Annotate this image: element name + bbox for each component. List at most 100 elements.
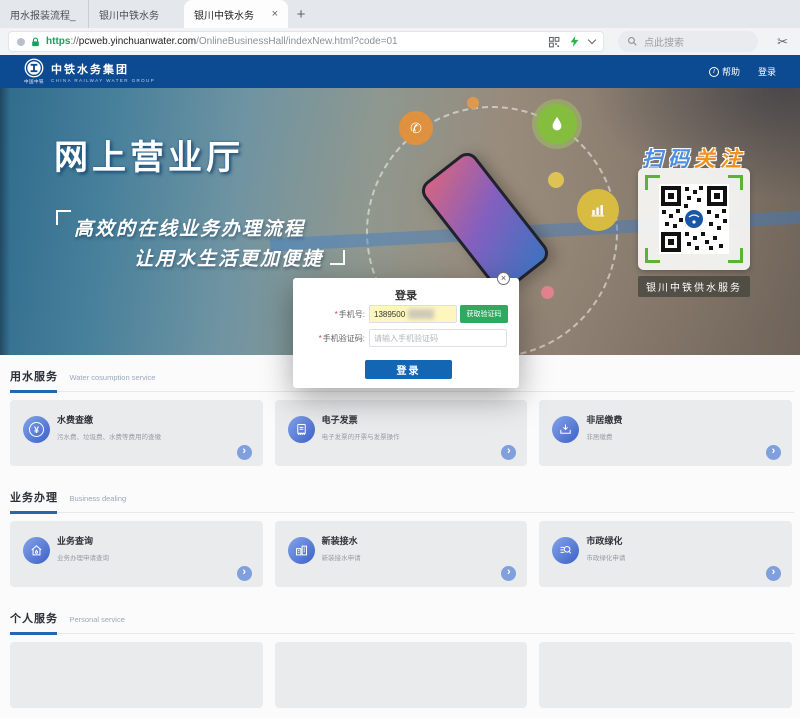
card-desc: 业务办理申请查询: [57, 552, 109, 562]
card-desc: 非居缴费: [586, 431, 612, 441]
verification-code-input[interactable]: [369, 329, 507, 347]
qr-label: 银川中铁供水服务: [638, 276, 750, 297]
qr-bracket-bl: [645, 248, 660, 263]
card-row: ¥ 水费查缴 污水费、垃圾费、水费等费用的查缴 › 电子发票 电子发票的开票与发…: [10, 392, 794, 476]
banner-title: 网上营业厅: [54, 130, 244, 179]
address-bar[interactable]: https://pcweb.yinchuanwater.com/OnlineBu…: [8, 31, 604, 52]
qr-bracket-tl: [645, 175, 660, 190]
yellow-dot-decoration: [548, 172, 564, 188]
qr-code-card: [638, 168, 750, 270]
help-label: 帮助: [722, 65, 740, 78]
tab-yinchuan-water-active[interactable]: 银川中铁水务 ×: [184, 0, 288, 28]
tab-water-install-guide[interactable]: 用水报装流程_: [0, 0, 88, 28]
required-mark: *: [335, 310, 338, 319]
invoice-icon: [288, 416, 315, 443]
required-mark: *: [319, 334, 322, 343]
browser-tab-bar: 用水报装流程_ 银川中铁水务 银川中铁水务 × +: [0, 0, 800, 28]
new-tab-button[interactable]: +: [288, 0, 314, 28]
section-title: 用水服务: [10, 371, 58, 383]
help-link[interactable]: i 帮助: [709, 65, 740, 78]
phone-label: *手机号:: [293, 309, 365, 320]
chevron-right-icon[interactable]: ›: [766, 566, 781, 581]
section-personal-service: 个人服务 Personal service: [0, 597, 800, 718]
card-clipped[interactable]: [10, 642, 263, 708]
card-title: 业务查询: [57, 534, 93, 547]
slogan-open-bracket: [56, 210, 71, 225]
code-label: *手机验证码:: [293, 333, 365, 344]
brand-name: 中铁水务集团: [51, 61, 155, 77]
slogan-line-1: 高效的在线业务办理流程: [74, 214, 305, 241]
card-desc: 市政绿化申请: [586, 552, 625, 562]
code-label-text: 手机验证码:: [323, 334, 365, 343]
section-underline: [10, 632, 57, 635]
section-title: 业务办理: [10, 492, 58, 504]
phone-call-icon: ✆: [399, 111, 433, 145]
brand-logo[interactable]: 中国中铁 中铁水务集团 CHINA RAILWAY WATER GROUP: [24, 58, 155, 85]
card-desc: 污水费、垃圾费、水费等费用的查缴: [57, 431, 161, 441]
site-status-icon: [17, 38, 25, 46]
tab-yinchuan-water-1[interactable]: 银川中铁水务: [88, 0, 184, 28]
emblem-wrap: 中国中铁: [24, 58, 44, 85]
phone-value: 1389500: [374, 310, 405, 319]
card-clipped[interactable]: [539, 642, 792, 708]
get-verification-code-button[interactable]: 获取验证码: [460, 305, 508, 323]
section-business-dealing: 业务办理 Business dealing 业务查询 业务办理申请查询 ›: [0, 476, 800, 597]
card-title: 电子发票: [322, 413, 358, 426]
chevron-right-icon[interactable]: ›: [501, 445, 516, 460]
chevron-right-icon[interactable]: ›: [237, 566, 252, 581]
lock-icon: [30, 36, 41, 48]
search-list-icon: [552, 537, 579, 564]
header-links: i 帮助 登录: [709, 65, 776, 78]
chevron-down-icon[interactable]: [588, 36, 596, 44]
qr-bracket-tr: [728, 175, 743, 190]
slogan-line-2: 让用水生活更加便捷: [134, 244, 323, 271]
urlbar-icon-group: [548, 35, 595, 48]
tab-label: 用水报装流程_: [10, 7, 76, 22]
qr-bracket-br: [728, 248, 743, 263]
url-text: https://pcweb.yinchuanwater.com/OnlineBu…: [46, 36, 543, 47]
section-header: 业务办理 Business dealing: [10, 483, 794, 513]
card-title: 非居缴费: [586, 413, 622, 426]
tab-label: 银川中铁水务: [194, 7, 254, 22]
search-icon: [627, 36, 638, 47]
search-placeholder: 点此搜索: [644, 34, 684, 49]
section-title: 个人服务: [10, 613, 58, 625]
close-icon[interactable]: ×: [497, 272, 510, 285]
card-water-fee[interactable]: ¥ 水费查缴 污水费、垃圾费、水费等费用的查缴 ›: [10, 400, 263, 466]
yen-circle-icon: ¥: [23, 416, 50, 443]
card-e-invoice[interactable]: 电子发票 电子发票的开票与发票操作 ›: [275, 400, 528, 466]
card-clipped[interactable]: [275, 642, 528, 708]
close-tab-icon[interactable]: ×: [266, 8, 278, 20]
card-title: 市政绿化: [586, 534, 622, 547]
crec-emblem-icon: [24, 58, 44, 78]
card-new-connection[interactable]: 新装接水 新装接水申请 ›: [275, 521, 528, 587]
chevron-right-icon[interactable]: ›: [766, 445, 781, 460]
header-login-link[interactable]: 登录: [758, 65, 776, 78]
page-content: 用水服务 Water cosumption service ¥ 水费查缴 污水费…: [0, 355, 800, 718]
card-municipal-greening[interactable]: 市政绿化 市政绿化申请 ›: [539, 521, 792, 587]
card-row: [10, 634, 794, 718]
card-row: 业务查询 业务办理申请查询 › 新装接水 新装接水申请 ›: [10, 513, 794, 597]
card-title: 新装接水: [322, 534, 358, 547]
lightning-icon[interactable]: [569, 35, 580, 48]
login-submit-button[interactable]: 登录: [365, 360, 452, 379]
section-underline: [10, 511, 57, 514]
login-modal: × 登录 *手机号: 1389500 获取验证码 *手机验证码: 登录: [293, 278, 519, 388]
search-box[interactable]: 点此搜索: [618, 31, 758, 52]
scissors-icon[interactable]: ✂: [777, 34, 788, 50]
slogan-close-bracket: [330, 250, 345, 265]
card-non-resident-payment[interactable]: 非居缴费 非居缴费 ›: [539, 400, 792, 466]
qr-scan-icon[interactable]: [548, 36, 560, 48]
section-subtitle: Personal service: [69, 615, 124, 624]
chart-icon: [577, 189, 619, 231]
chevron-right-icon[interactable]: ›: [501, 566, 516, 581]
phone-input[interactable]: 1389500: [369, 305, 457, 323]
browser-toolbar: https://pcweb.yinchuanwater.com/OnlineBu…: [0, 28, 800, 55]
tab-label: 银川中铁水务: [99, 7, 159, 22]
section-underline: [10, 390, 57, 393]
chevron-right-icon[interactable]: ›: [237, 445, 252, 460]
info-icon: i: [709, 67, 719, 77]
section-subtitle: Business dealing: [69, 494, 126, 503]
house-drop-icon: [23, 537, 50, 564]
card-business-inquiry[interactable]: 业务查询 业务办理申请查询 ›: [10, 521, 263, 587]
